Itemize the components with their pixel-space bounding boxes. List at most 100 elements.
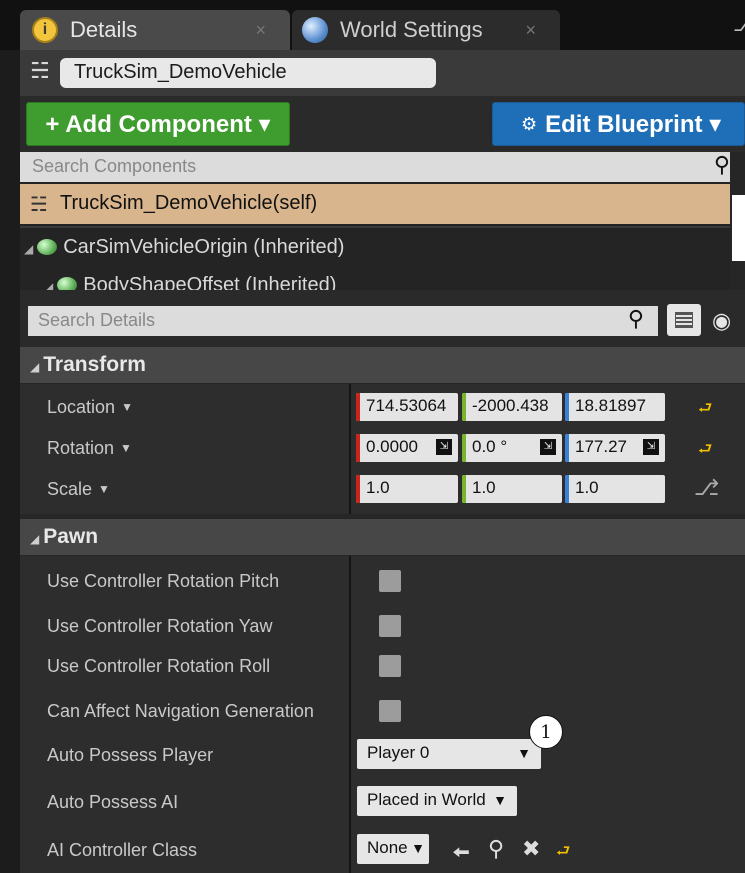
auto-possess-player-dropdown[interactable]: Player 0 ▼ [357, 739, 541, 769]
scale-y-field[interactable]: 1.0 [462, 475, 562, 503]
dropdown-value: Placed in World [367, 790, 486, 809]
lock-icon[interactable]: ⎇ [694, 475, 719, 501]
edit-blueprint-label: Edit Blueprint ▾ [545, 110, 722, 138]
scene-component-icon [57, 277, 78, 290]
prop-use-controller-rotation-yaw: Use Controller Rotation Yaw [20, 606, 745, 646]
tree-item-carsimvehicleorigin[interactable]: ◢ CarSimVehicleOrigin (Inherited) [24, 236, 344, 259]
eye-icon[interactable]: ◉ [712, 308, 731, 334]
location-x-field[interactable]: 714.53064 [356, 393, 458, 421]
scale-z-value: 1.0 [575, 478, 599, 497]
use-pitch-checkbox[interactable] [379, 570, 401, 592]
dropdown-value: None [367, 838, 408, 857]
dropdown-arrow-icon: ▼ [98, 482, 110, 496]
tab-details-label: Details [70, 17, 138, 42]
tree-item-self-label: TruckSim_DemoVehicle(self) [60, 192, 318, 214]
scrollbar-track[interactable] [732, 195, 745, 261]
prop-location-label[interactable]: Location ▼ [47, 387, 133, 427]
prop-scale-text: Scale [47, 478, 93, 499]
search-icon: ⚲ [627, 306, 644, 331]
grid-icon [675, 312, 693, 328]
scale-x-field[interactable]: 1.0 [356, 475, 458, 503]
spin-handle-icon[interactable]: ⇲ [540, 439, 556, 455]
tab-world-settings[interactable]: World Settings × [292, 10, 560, 50]
location-y-value: -2000.438 [472, 396, 549, 415]
prop-location-text: Location [47, 396, 116, 417]
close-icon[interactable]: × [255, 20, 266, 41]
tree-item-bodyshapeoffset[interactable]: ◢ BodyShapeOffset (Inherited) [44, 274, 336, 290]
prop-label: Auto Possess Player [47, 744, 214, 765]
dropdown-arrow-icon: ▼ [517, 745, 531, 761]
category-transform[interactable]: ◢ Transform [20, 347, 745, 383]
dropdown-arrow-icon: ▼ [493, 792, 507, 808]
collapse-triangle-icon: ◢ [30, 532, 40, 546]
spin-handle-icon[interactable]: ⇲ [436, 439, 452, 455]
edit-blueprint-button[interactable]: ⚙ Edit Blueprint ▾ [492, 102, 745, 146]
use-yaw-checkbox[interactable] [379, 615, 401, 637]
prop-ai-controller-class: AI Controller Class None ▼ 🠨 ⚲ ✖ ⮐ [20, 830, 745, 870]
prop-label: Use Controller Rotation Pitch [47, 570, 280, 591]
tab-world-settings-label: World Settings [340, 17, 483, 42]
z-axis-bar [565, 393, 569, 421]
reset-to-default-icon[interactable]: ⮐ [698, 397, 712, 424]
prop-label: Use Controller Rotation Yaw [47, 615, 273, 636]
x-axis-bar [356, 475, 360, 503]
rotation-y-field[interactable]: 0.0 ° ⇲ [462, 434, 562, 462]
divider [20, 226, 730, 228]
auto-possess-ai-dropdown[interactable]: Placed in World ▼ [357, 786, 517, 816]
prop-use-controller-rotation-pitch: Use Controller Rotation Pitch [20, 561, 745, 601]
prop-scale-label[interactable]: Scale ▼ [47, 469, 110, 509]
search-details-placeholder: Search Details [38, 310, 156, 330]
actor-name-field[interactable]: TruckSim_DemoVehicle [60, 58, 436, 88]
gear-icon: ⚙ [521, 113, 538, 134]
dropdown-arrow-icon: ▼ [411, 840, 425, 856]
location-z-field[interactable]: 18.81897 [565, 393, 665, 421]
scale-x-value: 1.0 [366, 478, 390, 497]
rotation-z-field[interactable]: 177.27 ⇲ [565, 434, 665, 462]
details-panel-root: i Details × World Settings × ☵ TruckSim_… [0, 0, 745, 873]
browse-search-icon[interactable]: ⚲ [488, 836, 504, 862]
y-axis-bar [462, 393, 466, 421]
category-pawn[interactable]: ◢ Pawn [20, 519, 745, 555]
tab-details[interactable]: i Details × [20, 10, 290, 50]
scale-y-value: 1.0 [472, 478, 496, 497]
add-component-button[interactable]: + Add Component ▾ [26, 102, 290, 146]
prop-rotation: Rotation ▼ 0.0000 ⇲ 0.0 ° ⇲ 177.27 ⇲ ⮐ [20, 428, 745, 468]
search-components-input[interactable]: Search Components ⚲ [20, 152, 730, 182]
category-transform-title: Transform [43, 353, 146, 376]
reset-to-default-icon[interactable]: ⮐ [698, 438, 712, 465]
z-axis-bar [565, 434, 569, 462]
use-roll-checkbox[interactable] [379, 655, 401, 677]
tree-item-label: CarSimVehicleOrigin (Inherited) [63, 236, 345, 258]
scale-z-field[interactable]: 1.0 [565, 475, 665, 503]
actor-name-row: ☵ TruckSim_DemoVehicle [20, 50, 745, 96]
close-icon[interactable]: × [525, 20, 536, 41]
prop-can-affect-navigation-generation: Can Affect Navigation Generation [20, 691, 745, 731]
reset-to-default-icon[interactable]: ⮐ [556, 840, 570, 867]
details-search-row: Search Details ⚲ ◉ [20, 290, 745, 350]
ai-controller-class-dropdown[interactable]: None ▼ [357, 834, 429, 864]
y-axis-bar [462, 475, 466, 503]
prop-rotation-label[interactable]: Rotation ▼ [47, 428, 132, 468]
x-axis-bar [356, 434, 360, 462]
spin-handle-icon[interactable]: ⇲ [643, 439, 659, 455]
can-affect-nav-checkbox[interactable] [379, 700, 401, 722]
tree-item-self[interactable]: ☵ TruckSim_DemoVehicle(self) [20, 184, 730, 224]
tab-bar: i Details × World Settings × [0, 0, 745, 50]
location-y-field[interactable]: -2000.438 [462, 393, 562, 421]
search-components-placeholder: Search Components [32, 156, 197, 176]
expand-triangle-icon[interactable]: ◢ [24, 242, 33, 256]
prop-location: Location ▼ 714.53064 -2000.438 18.81897 ⮐ [20, 387, 745, 427]
use-selected-arrow-icon[interactable]: 🠨 [452, 836, 470, 873]
rotation-x-field[interactable]: 0.0000 ⇲ [356, 434, 458, 462]
prop-label: AI Controller Class [47, 839, 198, 860]
search-icon: ⚲ [713, 152, 730, 177]
expand-triangle-icon[interactable]: ◢ [44, 280, 53, 290]
prop-auto-possess-player: Auto Possess Player Player 0 ▼ [20, 735, 745, 775]
search-details-input[interactable]: Search Details ⚲ [28, 306, 658, 336]
actor-icon: ☵ [30, 194, 48, 216]
lock-icon[interactable]: ⎇ [733, 12, 745, 37]
prop-rotation-text: Rotation [47, 437, 115, 458]
view-options-button[interactable] [667, 304, 701, 336]
prop-label: Use Controller Rotation Roll [47, 655, 271, 676]
clear-x-icon[interactable]: ✖ [522, 836, 540, 862]
